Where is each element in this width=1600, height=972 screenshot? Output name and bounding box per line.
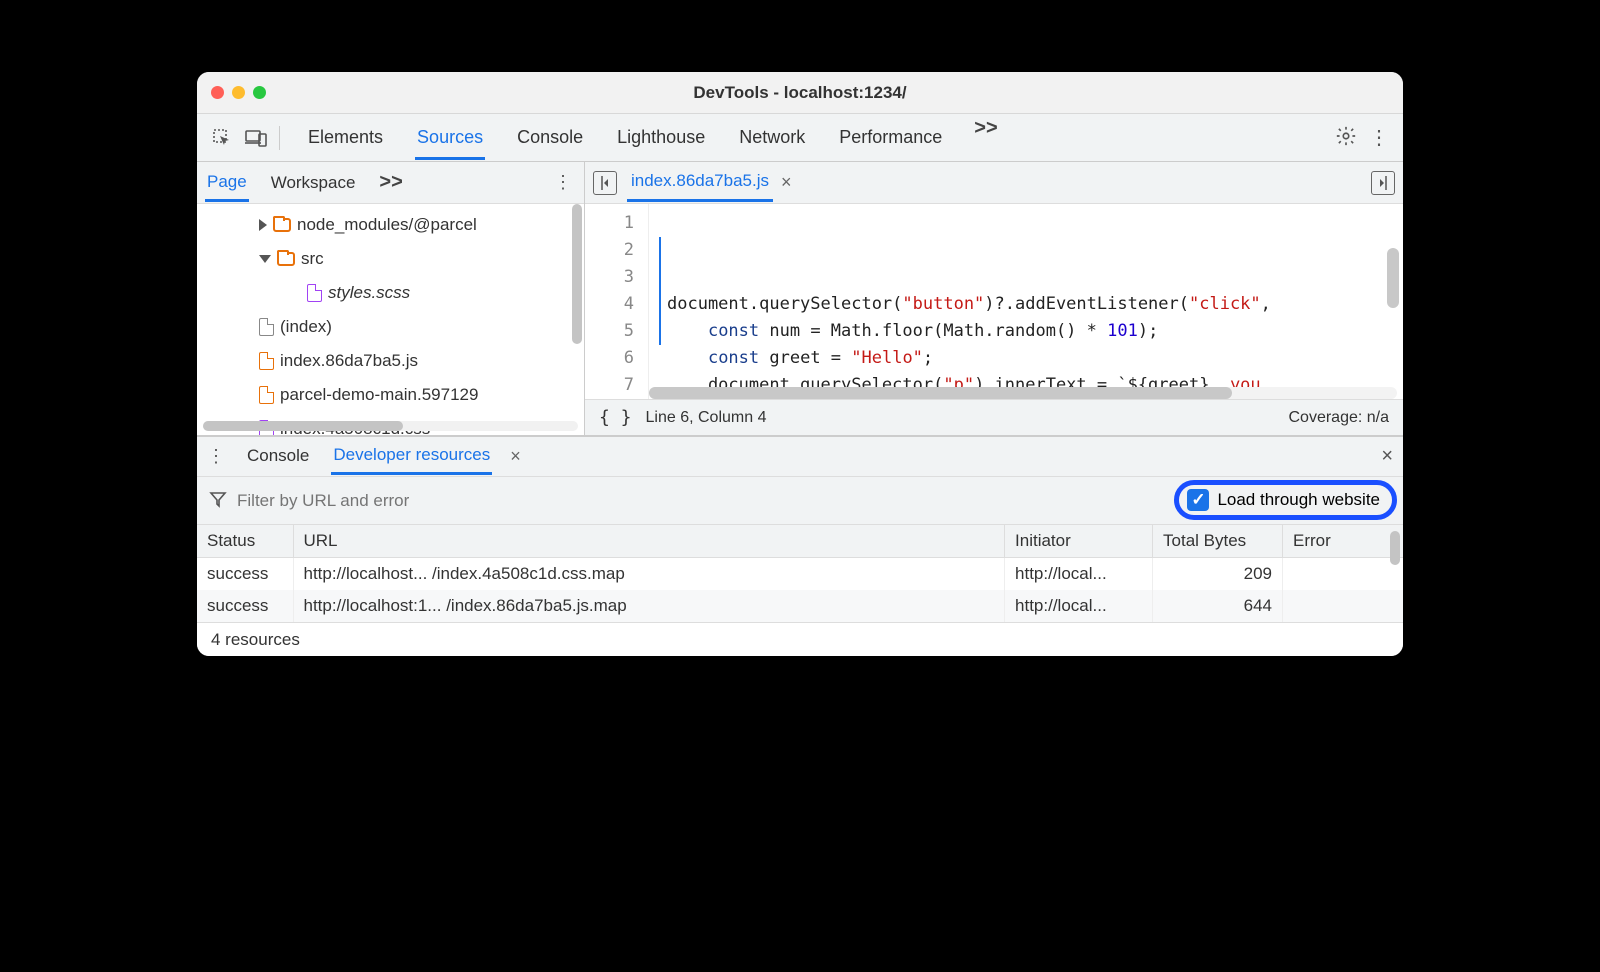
editor-status: { } Line 6, Column 4 Coverage: n/a [585, 399, 1403, 435]
drawer-tab-console[interactable]: Console [245, 440, 311, 473]
main-toolbar: Elements Sources Console Lighthouse Netw… [197, 114, 1403, 162]
traffic-lights [211, 86, 266, 99]
checkbox-checked-icon[interactable]: ✓ [1187, 489, 1209, 511]
resource-count: 4 resources [211, 630, 300, 650]
code-body[interactable]: document.querySelector("button")?.addEve… [649, 204, 1271, 399]
tree-label: parcel-demo-main.597129 [280, 385, 478, 405]
editor-tabs: index.86da7ba5.js × [585, 162, 1403, 204]
file-icon [259, 352, 274, 370]
show-debugger-icon[interactable] [1371, 171, 1395, 195]
drawer-vscroll[interactable] [1390, 525, 1400, 571]
sidebar-tab-workspace[interactable]: Workspace [269, 165, 358, 200]
caret-icon[interactable] [259, 255, 271, 263]
more-icon[interactable]: ⋮ [1369, 125, 1389, 150]
titlebar: DevTools - localhost:1234/ [197, 72, 1403, 114]
editor-vscroll[interactable] [1387, 248, 1399, 324]
sidebar-menu-icon[interactable]: ⋮ [554, 172, 572, 193]
tree-item[interactable]: (index) [197, 310, 584, 344]
filter-input[interactable] [229, 491, 629, 511]
tab-sources[interactable]: Sources [415, 117, 485, 160]
drawer-tabs: ⋮ Console Developer resources × × [197, 437, 1403, 477]
close-icon[interactable] [211, 86, 224, 99]
col-url[interactable]: URL [293, 525, 1005, 558]
tree-label: styles.scss [328, 283, 410, 303]
drawer: ⋮ Console Developer resources × × ✓ Load… [197, 436, 1403, 656]
col-bytes[interactable]: Total Bytes [1153, 525, 1283, 558]
editor-hscroll[interactable] [649, 387, 1397, 399]
load-label: Load through website [1217, 490, 1380, 510]
filter-bar: ✓ Load through website [197, 477, 1403, 525]
folder-icon [277, 252, 295, 266]
tab-performance[interactable]: Performance [837, 117, 944, 159]
editor-file-tab[interactable]: index.86da7ba5.js [627, 164, 773, 202]
folder-icon [273, 218, 291, 232]
divider [279, 126, 280, 150]
drawer-menu-icon[interactable]: ⋮ [207, 446, 225, 467]
sidebar-vscroll[interactable] [572, 204, 582, 421]
tab-elements[interactable]: Elements [306, 117, 385, 159]
tree-item[interactable]: node_modules/@parcel [197, 208, 584, 242]
caret-icon[interactable] [259, 219, 267, 231]
tree-item[interactable]: src [197, 242, 584, 276]
line-gutter: 1234567 [585, 204, 649, 399]
close-drawer-tab-icon[interactable]: × [510, 446, 521, 467]
tree-label: (index) [280, 317, 332, 337]
file-icon [259, 318, 274, 336]
tab-network[interactable]: Network [737, 117, 807, 159]
file-icon [259, 386, 274, 404]
toolbar-right: ⋮ [1335, 125, 1403, 150]
table-row[interactable]: successhttp://localhost... /index.4a508c… [197, 558, 1403, 591]
col-error[interactable]: Error [1283, 525, 1403, 558]
format-icon[interactable]: { } [599, 407, 632, 428]
devtools-window: DevTools - localhost:1234/ Elements Sour… [197, 72, 1403, 656]
coverage-status: Coverage: n/a [1288, 409, 1389, 427]
tree-item[interactable]: index.86da7ba5.js [197, 344, 584, 378]
sidebar-overflow-icon[interactable]: >> [379, 171, 402, 194]
window-title: DevTools - localhost:1234/ [197, 83, 1403, 103]
sources-panel: Page Workspace >> ⋮ node_modules/@parcel… [197, 162, 1403, 436]
code-editor[interactable]: 1234567 document.querySelector("button")… [585, 204, 1403, 399]
fold-indicator [659, 237, 661, 345]
filter-icon[interactable] [209, 490, 229, 511]
file-icon [307, 284, 322, 302]
navigator-sidebar: Page Workspace >> ⋮ node_modules/@parcel… [197, 162, 585, 435]
sidebar-tabs: Page Workspace >> ⋮ [197, 162, 584, 204]
tab-lighthouse[interactable]: Lighthouse [615, 117, 707, 159]
file-tree: node_modules/@parcelsrcstyles.scss (index… [197, 204, 584, 435]
tabs-overflow-icon[interactable]: >> [974, 117, 997, 159]
col-initiator[interactable]: Initiator [1005, 525, 1153, 558]
tree-item[interactable]: styles.scss [197, 276, 584, 310]
table-row[interactable]: successhttp://localhost:1... /index.86da… [197, 590, 1403, 622]
inspect-icon[interactable] [205, 121, 239, 155]
drawer-footer: 4 resources [197, 622, 1403, 656]
close-drawer-icon[interactable]: × [1381, 445, 1393, 468]
tab-console[interactable]: Console [515, 117, 585, 159]
settings-icon[interactable] [1335, 125, 1357, 150]
tree-label: node_modules/@parcel [297, 215, 477, 235]
minimize-icon[interactable] [232, 86, 245, 99]
device-icon[interactable] [239, 121, 273, 155]
tree-item[interactable]: parcel-demo-main.597129 [197, 378, 584, 412]
drawer-tab-devresources[interactable]: Developer resources [331, 439, 492, 475]
show-navigator-icon[interactable] [593, 171, 617, 195]
close-tab-icon[interactable]: × [781, 172, 792, 193]
sidebar-hscroll[interactable] [203, 421, 578, 431]
cursor-position: Line 6, Column 4 [646, 409, 767, 427]
sidebar-tab-page[interactable]: Page [205, 164, 249, 202]
tree-label: index.86da7ba5.js [280, 351, 418, 371]
editor: index.86da7ba5.js × 1234567 document.que… [585, 162, 1403, 435]
zoom-icon[interactable] [253, 86, 266, 99]
resources-table: Status URL Initiator Total Bytes Error s… [197, 525, 1403, 622]
tree-label: src [301, 249, 324, 269]
col-status[interactable]: Status [197, 525, 293, 558]
resources-table-wrap: Status URL Initiator Total Bytes Error s… [197, 525, 1403, 622]
load-through-website-toggle[interactable]: ✓ Load through website [1174, 480, 1397, 520]
panel-tabs: Elements Sources Console Lighthouse Netw… [286, 117, 1335, 159]
